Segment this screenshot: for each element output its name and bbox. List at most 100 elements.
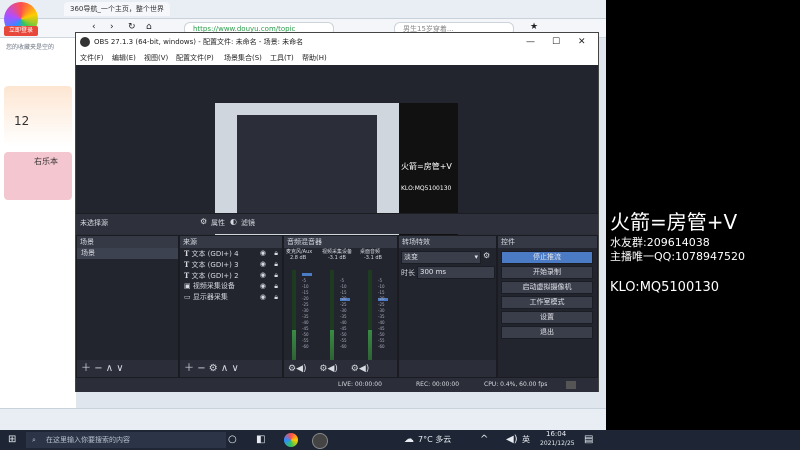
source-item-label: 视频采集设备 (192, 282, 235, 290)
volume-meter-bg (292, 270, 296, 330)
home-icon[interactable]: ⌂ (146, 22, 152, 32)
db-scale: -5 -10 -15 -20 -25 -30 -35 -40 -45 -50 -55 -60 (340, 278, 347, 349)
minimize-icon[interactable]: — (526, 33, 535, 51)
input-language[interactable]: 英 (522, 434, 530, 445)
card-text: 右乐本 (34, 157, 58, 166)
video-card[interactable]: 右乐本 (4, 152, 72, 200)
lock-icon[interactable]: 🔒︎ (274, 292, 278, 303)
no-source-selected-label: 未选择源 (80, 219, 108, 227)
task-view-icon[interactable]: ○ (228, 434, 237, 445)
stop-streaming-button[interactable]: 停止推流 (501, 251, 593, 264)
scenes-toolbar: ＋ − ∧ ∨ (77, 360, 178, 378)
taskbar-date[interactable]: 2021/12/25 (540, 440, 575, 447)
search-icon: ⌕ (32, 436, 36, 444)
source-item[interactable]: T 文本 (GDI+) 3 ◉ 🔒︎ (180, 259, 282, 270)
obs-menubar: 文件(F) 编辑(E) 视图(V) 配置文件(P) 场景集合(S) 工具(T) … (76, 51, 598, 66)
start-recording-button[interactable]: 开始录制 (501, 266, 593, 279)
lock-icon[interactable]: 🔒︎ (274, 281, 278, 292)
move-up-icon[interactable]: ∧ (221, 363, 228, 374)
source-item[interactable]: T 文本 (GDI+) 2 ◉ 🔒︎ (180, 270, 282, 281)
remove-icon[interactable]: − (94, 363, 102, 374)
menu-file[interactable]: 文件(F) (80, 51, 104, 65)
source-item[interactable]: T 文本 (GDI+) 4 ◉ 🔒︎ (180, 248, 282, 259)
windows-start-icon[interactable]: ⊞ (8, 434, 16, 445)
gear-icon[interactable]: ⚙ (483, 251, 490, 260)
lock-icon[interactable]: 🔒︎ (274, 259, 278, 270)
extension-icon[interactable]: ★ (530, 22, 538, 32)
obs-taskbar-icon[interactable] (312, 433, 328, 449)
eye-icon[interactable]: ◉ (260, 248, 266, 259)
add-icon[interactable]: ＋ (81, 363, 91, 374)
move-up-icon[interactable]: ∧ (106, 363, 113, 374)
menu-help[interactable]: 帮助(H) (302, 51, 327, 65)
eye-icon[interactable]: ◉ (260, 270, 266, 281)
speaker-icon[interactable]: ◀) (506, 434, 518, 445)
stream-overlay-panel: 火箭=房管+V 水友群:209614038 主播唯一QQ:1078947520 … (606, 0, 800, 420)
transitions-body: 淡变 ▾ ⚙ 时长 300 ms (399, 248, 496, 360)
login-button[interactable]: 立即登录 (4, 26, 38, 36)
chevron-down-icon: ▾ (474, 253, 478, 261)
mixer-dock-title: 音频混音器 (284, 236, 397, 248)
channel-name: 麦克风/Aux (286, 249, 313, 255)
speaker-icon[interactable]: ◀) (327, 364, 337, 374)
360-browser-taskbar-icon[interactable] (284, 433, 298, 447)
gear-icon[interactable]: ⚙ (288, 364, 296, 374)
eye-icon[interactable]: ◉ (260, 281, 266, 292)
taskbar-app-icon[interactable]: ◧ (256, 434, 265, 445)
notification-icon[interactable]: ▤ (584, 434, 593, 445)
taskbar-search-text: 在这里输入你要搜索的内容 (46, 436, 130, 444)
eye-icon[interactable]: ◉ (260, 292, 266, 303)
preview-nested-obs (237, 115, 377, 215)
settings-button[interactable]: 设置 (501, 311, 593, 324)
lock-icon[interactable]: 🔒︎ (274, 248, 278, 259)
refresh-icon[interactable]: ↻ (128, 22, 136, 32)
obs-logo-icon (80, 37, 90, 47)
source-item[interactable]: ▭ 显示器采集 ◉ 🔒︎ (180, 292, 282, 303)
maximize-icon[interactable]: ☐ (552, 33, 560, 51)
properties-button[interactable]: 属性 (211, 218, 225, 228)
info-card[interactable]: 12 (4, 86, 72, 146)
favorites-empty-text: 您的收藏夹是空的 (6, 44, 55, 51)
speaker-icon[interactable]: ◀) (296, 364, 306, 374)
speaker-icon[interactable]: ◀) (359, 364, 369, 374)
move-down-icon[interactable]: ∨ (231, 363, 238, 374)
duration-input[interactable]: 300 ms (417, 266, 495, 279)
remove-icon[interactable]: − (197, 363, 205, 374)
obs-window: OBS 27.1.3 (64-bit, windows) - 配置文件: 未命名… (75, 32, 599, 392)
forward-icon[interactable]: › (110, 22, 114, 32)
add-icon[interactable]: ＋ (184, 363, 194, 374)
scene-item[interactable]: 场景 (77, 248, 178, 259)
volume-slider[interactable] (302, 273, 312, 276)
transition-select-value: 淡变 (404, 253, 418, 261)
lock-icon[interactable]: 🔒︎ (274, 270, 278, 281)
transition-select[interactable]: 淡变 ▾ (401, 251, 481, 264)
gear-icon[interactable]: ⚙ (209, 363, 218, 374)
exit-button[interactable]: 退出 (501, 326, 593, 339)
studio-mode-button[interactable]: 工作室模式 (501, 296, 593, 309)
taskbar-time[interactable]: 16:04 (546, 430, 566, 438)
windows-taskbar: ⊞ ⌕ 在这里输入你要搜索的内容 ○ ◧ ☁ 7°C 多云 ^ ◀) 英 16:… (0, 430, 800, 450)
menu-scene-collection[interactable]: 场景集合(S) (224, 51, 262, 65)
menu-edit[interactable]: 编辑(E) (112, 51, 136, 65)
menu-profile[interactable]: 配置文件(P) (176, 51, 214, 65)
system-tray-icon[interactable]: ^ (480, 434, 488, 445)
card-number: 12 (14, 114, 30, 128)
browser-tab[interactable]: 360导航_一个主页，整个世界 (64, 2, 170, 16)
menu-tools[interactable]: 工具(T) (270, 51, 294, 65)
back-icon[interactable]: ‹ (92, 22, 96, 32)
gear-icon[interactable]: ⚙ (351, 364, 359, 374)
eye-icon[interactable]: ◉ (260, 259, 266, 270)
menu-view[interactable]: 视图(V) (144, 51, 168, 65)
filters-button[interactable]: 滤镜 (241, 218, 255, 228)
source-item[interactable]: ▣ 视频采集设备 ◉ 🔒︎ (180, 281, 282, 292)
taskbar-search[interactable]: ⌕ 在这里输入你要搜索的内容 (26, 432, 226, 448)
volume-meter-bg (368, 270, 372, 330)
close-icon[interactable]: ✕ (578, 33, 586, 51)
preview-area[interactable]: 火箭=房管+V KLO:MQ5100130 (76, 65, 598, 241)
start-virtual-camera-button[interactable]: 启动虚拟摄像机 (501, 281, 593, 294)
move-down-icon[interactable]: ∨ (116, 363, 123, 374)
volume-meter-bg (330, 270, 334, 330)
channel-name: 视频采集设备 (322, 249, 353, 255)
source-toolbar: 未选择源 ⚙ 属性 ◐ 滤镜 (76, 213, 598, 234)
obs-titlebar: OBS 27.1.3 (64-bit, windows) - 配置文件: 未命名… (76, 33, 598, 51)
